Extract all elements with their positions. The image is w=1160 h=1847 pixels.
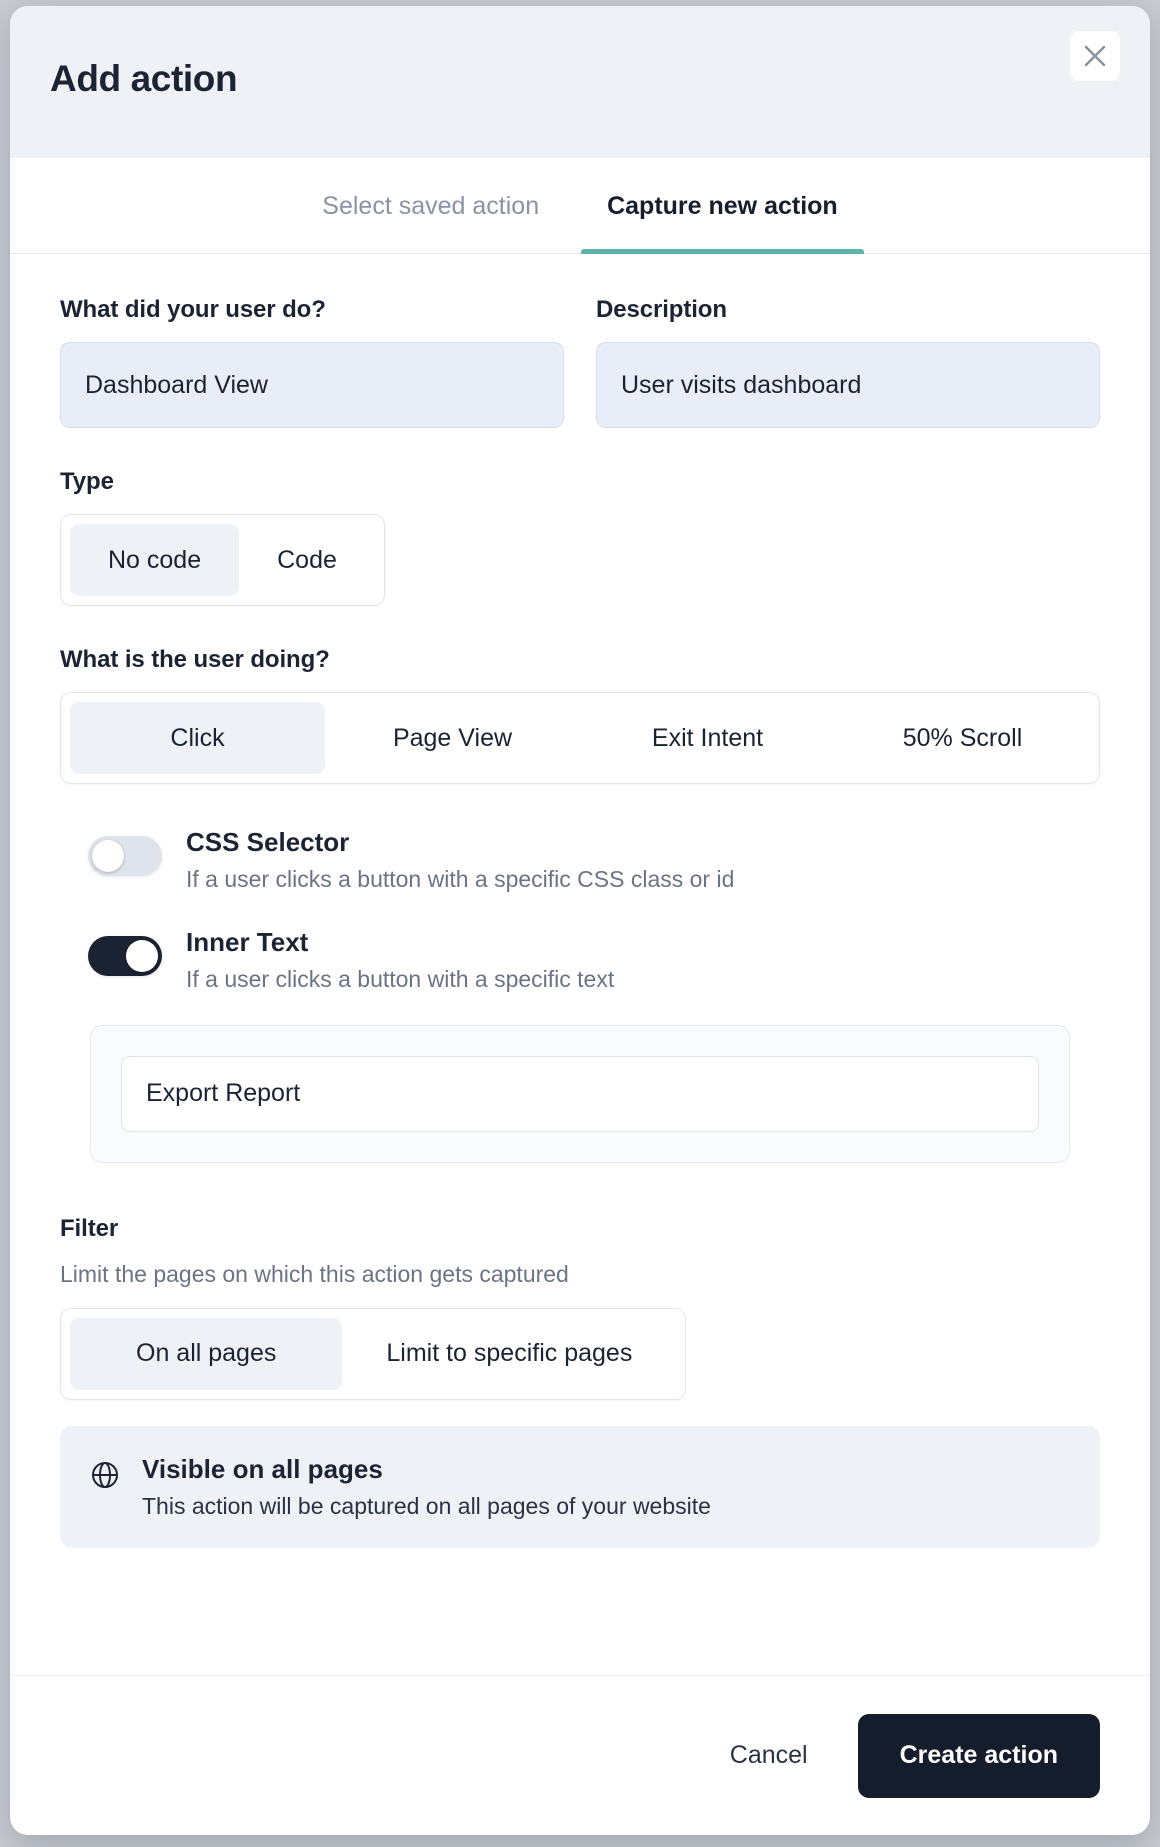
inner-text-toggle-row: Inner Text If a user clicks a button wit…	[60, 924, 1100, 994]
visibility-info-description: This action will be captured on all page…	[142, 1492, 711, 1519]
type-label: Type	[60, 468, 114, 495]
css-selector-title: CSS Selector	[186, 827, 350, 857]
inner-text-toggle[interactable]	[88, 936, 162, 977]
activity-option-page-view[interactable]: Page View	[325, 702, 580, 774]
dialog-body: What did your user do? Description Type …	[10, 254, 1150, 1675]
filter-option-specific-pages[interactable]: Limit to specific pages	[342, 1318, 676, 1390]
dialog-header: Add action	[10, 6, 1150, 158]
type-option-code[interactable]: Code	[239, 524, 375, 596]
visibility-info-banner: Visible on all pages This action will be…	[60, 1425, 1100, 1548]
description-field-group: Description	[596, 296, 1100, 428]
inner-text-description: If a user clicks a button with a specifi…	[186, 965, 615, 992]
css-selector-text: CSS Selector If a user clicks a button w…	[186, 824, 734, 894]
add-action-dialog: Add action Select saved action Capture n…	[10, 6, 1150, 1835]
visibility-info-title: Visible on all pages	[142, 1453, 383, 1484]
type-option-no-code[interactable]: No code	[70, 524, 240, 596]
create-action-button[interactable]: Create action	[857, 1713, 1100, 1798]
name-field-label: What did your user do?	[60, 296, 326, 323]
description-field-label: Description	[596, 296, 727, 323]
activity-option-scroll[interactable]: 50% Scroll	[835, 702, 1090, 774]
toggle-knob	[126, 940, 158, 973]
page-title: Add action	[50, 58, 238, 99]
css-selector-toggle-row: CSS Selector If a user clicks a button w…	[60, 824, 1100, 894]
activity-option-click[interactable]: Click	[70, 702, 325, 774]
close-icon	[1081, 42, 1109, 70]
dialog-tabs: Select saved action Capture new action	[10, 158, 1150, 254]
inner-text-panel	[90, 1024, 1070, 1163]
name-description-row: What did your user do? Description	[60, 296, 1100, 428]
type-segmented-control: No code Code	[60, 514, 385, 606]
inner-text-title: Inner Text	[186, 927, 309, 958]
filter-description: Limit the pages on which this action get…	[60, 1260, 569, 1287]
cancel-button[interactable]: Cancel	[714, 1723, 824, 1788]
css-selector-description: If a user clicks a button with a specifi…	[186, 865, 735, 892]
filter-label: Filter	[60, 1214, 119, 1242]
dialog-footer: Cancel Create action	[10, 1675, 1150, 1835]
visibility-info-text: Visible on all pages This action will be…	[142, 1454, 711, 1520]
screen-root: Add action Select saved action Capture n…	[0, 0, 1160, 1847]
tab-select-saved-action[interactable]: Select saved action	[288, 158, 573, 254]
action-description-input[interactable]	[596, 342, 1100, 428]
inner-text-text: Inner Text If a user clicks a button wit…	[186, 924, 614, 994]
activity-label: What is the user doing?	[60, 646, 330, 673]
close-button[interactable]	[1070, 31, 1120, 81]
toggle-knob	[92, 840, 124, 872]
globe-icon	[90, 1460, 120, 1495]
inner-text-input[interactable]	[121, 1055, 1039, 1132]
activity-segmented-control: Click Page View Exit Intent 50% Scroll	[60, 692, 1100, 784]
name-field-group: What did your user do?	[60, 296, 564, 428]
action-name-input[interactable]	[60, 342, 564, 428]
css-selector-toggle[interactable]	[88, 836, 162, 876]
filter-segmented-control: On all pages Limit to specific pages	[60, 1307, 687, 1400]
tab-capture-new-action[interactable]: Capture new action	[573, 158, 872, 254]
filter-option-all-pages[interactable]: On all pages	[70, 1317, 343, 1390]
activity-option-exit-intent[interactable]: Exit Intent	[580, 702, 835, 774]
